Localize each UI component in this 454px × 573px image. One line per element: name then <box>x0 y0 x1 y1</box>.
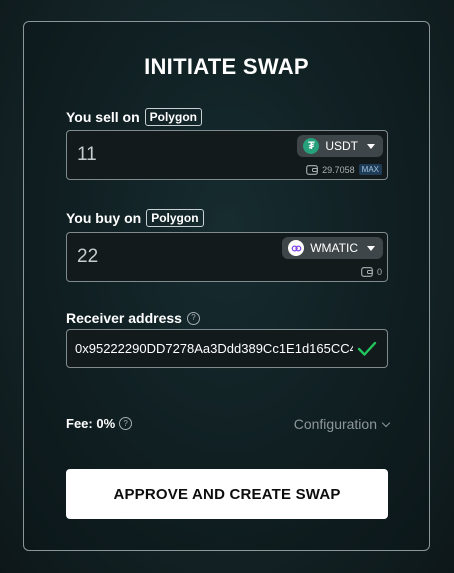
buy-token-name: WMATIC <box>310 241 358 255</box>
sell-label-row: You sell on Polygon <box>66 108 202 126</box>
chevron-down-icon <box>381 418 391 427</box>
sell-balance: 29.7058 <box>322 164 355 175</box>
caret-down-icon <box>367 245 375 251</box>
receiver-label-row: Receiver address ? <box>66 310 200 326</box>
buy-label: You buy on <box>66 210 142 226</box>
receiver-address-input[interactable]: 0x95222290DD7278Aa3Ddd389Cc1E1d165CC4BAf… <box>75 341 353 356</box>
usdt-icon: ₮ <box>303 138 320 154</box>
approve-and-create-swap-button[interactable]: APPROVE AND CREATE SWAP <box>66 469 388 519</box>
configuration-label: Configuration <box>293 416 377 432</box>
buy-chain-badge[interactable]: Polygon <box>146 209 204 227</box>
buy-amount-input[interactable]: 22 <box>77 246 98 268</box>
sell-chain-badge[interactable]: Polygon <box>144 108 202 126</box>
page-title: INITIATE SWAP <box>144 54 309 79</box>
sell-token-name: USDT <box>325 139 358 153</box>
buy-token-select[interactable]: WMATIC <box>282 237 383 259</box>
sell-token-select[interactable]: ₮ USDT <box>297 135 383 157</box>
receiver-label: Receiver address <box>66 310 182 326</box>
sell-amount-box[interactable]: 11 ₮ USDT 29.7058 MAX <box>66 130 388 180</box>
polygon-icon <box>288 240 305 256</box>
configuration-toggle[interactable]: Configuration <box>293 416 391 432</box>
wallet-icon <box>306 165 318 175</box>
sell-balance-row: 29.7058 MAX <box>306 164 382 175</box>
buy-balance: 0 <box>376 266 382 277</box>
swap-card: INITIATE SWAP You sell on Polygon 11 ₮ U… <box>23 21 430 551</box>
receiver-address-field[interactable]: 0x95222290DD7278Aa3Ddd389Cc1E1d165CC4BAf… <box>66 329 388 368</box>
wallet-icon <box>361 267 373 277</box>
help-icon[interactable]: ? <box>119 417 133 430</box>
sell-label: You sell on <box>66 109 140 125</box>
max-button[interactable]: MAX <box>358 164 382 175</box>
buy-amount-box[interactable]: 22 WMATIC 0 <box>66 232 388 282</box>
fee-row: Fee: 0% ? <box>66 416 133 431</box>
sell-amount-input[interactable]: 11 <box>77 144 97 166</box>
fee-label: Fee: 0% <box>66 416 116 431</box>
buy-label-row: You buy on Polygon <box>66 209 204 227</box>
buy-balance-row: 0 <box>361 266 382 277</box>
help-icon[interactable]: ? <box>186 311 200 325</box>
caret-down-icon <box>367 143 375 149</box>
check-icon <box>357 341 377 356</box>
